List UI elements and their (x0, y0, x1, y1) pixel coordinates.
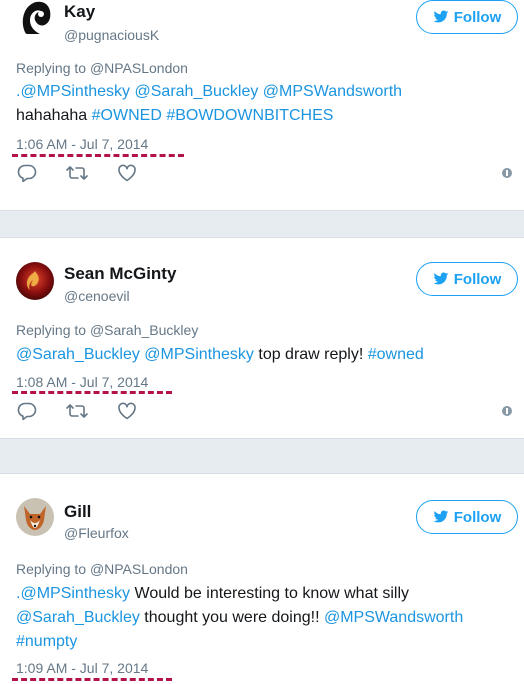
display-name[interactable]: Gill (64, 502, 91, 522)
hashtag-links[interactable]: #OWNED #BOWDOWNBITCHES (92, 107, 334, 124)
twitter-bird-icon (433, 10, 449, 23)
follow-label: Follow (453, 8, 502, 26)
tweet-text: .@MPSinthesky @Sarah_Buckley @MPSWandswo… (16, 80, 514, 128)
replying-to: Replying to @NPASLondon (16, 60, 188, 76)
display-name[interactable]: Kay (64, 2, 95, 22)
tweet-card: Gill @Fleurfox Follow Replying to @NPASL… (0, 474, 524, 684)
tweet-timestamp[interactable]: 1:06 AM - Jul 7, 2014 (16, 136, 148, 152)
avatar[interactable] (16, 498, 54, 536)
tweet-separator (0, 438, 524, 474)
like-icon[interactable] (116, 163, 138, 183)
tweet-text-plain: top draw reply! (253, 346, 368, 363)
follow-button[interactable]: Follow (416, 0, 518, 34)
replying-user-link[interactable]: @NPASLondon (90, 60, 188, 76)
replying-to: Replying to @Sarah_Buckley (16, 322, 198, 338)
info-icon[interactable] (502, 168, 512, 178)
annotation-underline (12, 391, 172, 394)
like-icon[interactable] (116, 401, 138, 421)
follow-button[interactable]: Follow (416, 500, 518, 534)
replying-to: Replying to @NPASLondon (16, 561, 188, 577)
avatar[interactable] (16, 262, 54, 300)
annotation-underline (12, 678, 172, 681)
retweet-icon[interactable] (66, 163, 88, 183)
tweet-separator (0, 210, 524, 238)
tweet-card: Sean McGinty @cenoevil Follow Replying t… (0, 238, 524, 438)
tweet-text-plain: thought you were doing!! (139, 609, 324, 626)
twitter-bird-icon (433, 272, 449, 285)
avatar[interactable] (16, 0, 54, 36)
mention-links[interactable]: .@MPSinthesky @Sarah_Buckley @MPSWandswo… (16, 83, 402, 100)
retweet-icon[interactable] (66, 401, 88, 421)
tweet-card: Kay @pugnaciousK Follow Replying to @NPA… (0, 0, 524, 210)
hashtag-links[interactable]: #owned (368, 346, 424, 363)
tweet-actions (16, 163, 138, 183)
user-handle[interactable]: @cenoevil (64, 288, 130, 304)
info-icon[interactable] (502, 406, 512, 416)
follow-label: Follow (453, 508, 502, 526)
replying-prefix: Replying to (16, 561, 90, 577)
mention-links[interactable]: @Sarah_Buckley (16, 609, 140, 626)
user-handle[interactable]: @Fleurfox (64, 525, 129, 541)
annotation-underline (12, 154, 184, 157)
tweet-actions (16, 401, 138, 421)
tweet-timestamp[interactable]: 1:09 AM - Jul 7, 2014 (16, 660, 148, 676)
mention-links[interactable]: @Sarah_Buckley @MPSinthesky (16, 346, 254, 363)
follow-label: Follow (453, 270, 502, 288)
tweet-text: @Sarah_Buckley @MPSinthesky top draw rep… (16, 343, 514, 367)
reply-icon[interactable] (16, 163, 38, 183)
replying-user-link[interactable]: @NPASLondon (90, 561, 188, 577)
tweet-timestamp[interactable]: 1:08 AM - Jul 7, 2014 (16, 374, 148, 390)
tweet-text-plain: hahahaha (16, 107, 92, 124)
mention-links[interactable]: .@MPSinthesky (16, 585, 130, 602)
replying-prefix: Replying to (16, 322, 90, 338)
tweet-text-plain: Would be interesting to know what silly (130, 585, 410, 602)
tweet-text: .@MPSinthesky Would be interesting to kn… (16, 582, 510, 654)
user-handle[interactable]: @pugnaciousK (64, 27, 159, 43)
follow-button[interactable]: Follow (416, 262, 518, 296)
twitter-bird-icon (433, 510, 449, 523)
display-name[interactable]: Sean McGinty (64, 264, 176, 284)
replying-user-link[interactable]: @Sarah_Buckley (90, 322, 198, 338)
replying-prefix: Replying to (16, 60, 90, 76)
reply-icon[interactable] (16, 401, 38, 421)
